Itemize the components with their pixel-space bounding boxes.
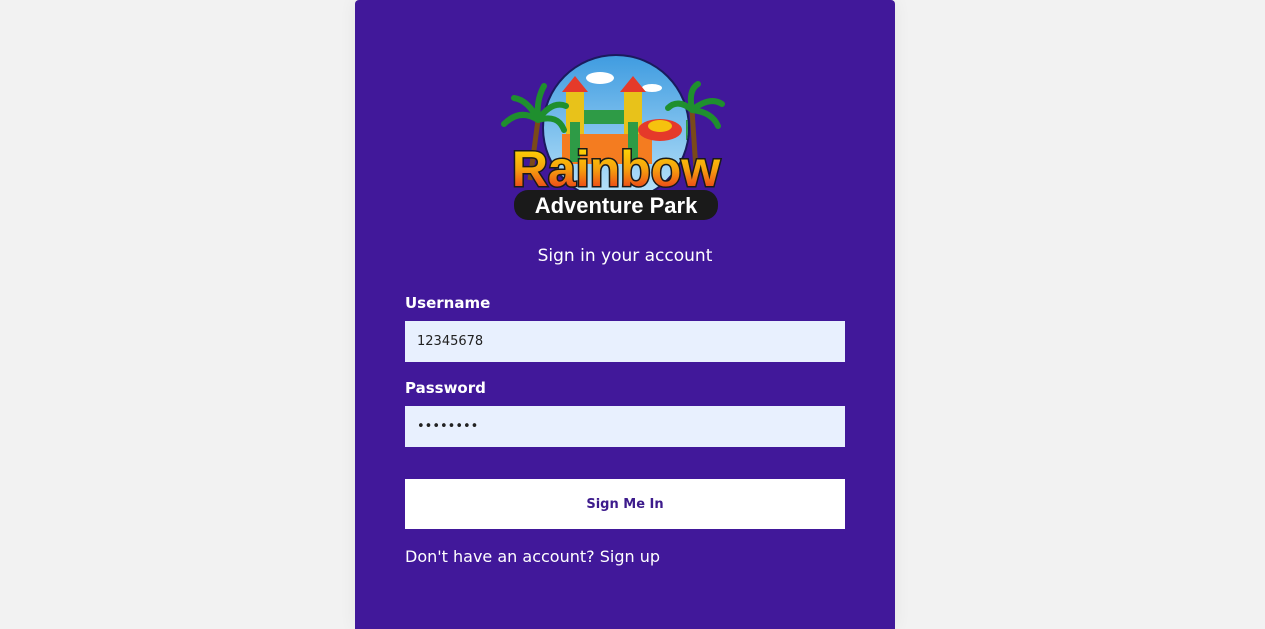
username-label: Username [405, 294, 491, 312]
login-card: Rainbow Adventure Park Sign in your acco… [355, 0, 895, 629]
password-input[interactable] [405, 406, 845, 447]
sign-in-button[interactable]: Sign Me In [405, 479, 845, 529]
page-title: Sign in your account [537, 246, 713, 266]
logo-title: Rainbow [512, 141, 720, 197]
park-logo: Rainbow Adventure Park [501, 54, 725, 220]
signup-prompt-text: Don't have an account? [405, 547, 595, 566]
logo-subtitle: Adventure Park [535, 193, 698, 218]
username-input[interactable] [405, 321, 845, 362]
password-label: Password [405, 379, 486, 397]
signup-link[interactable]: Sign up [600, 547, 660, 566]
signup-prompt: Don't have an account? Sign up [405, 547, 660, 566]
